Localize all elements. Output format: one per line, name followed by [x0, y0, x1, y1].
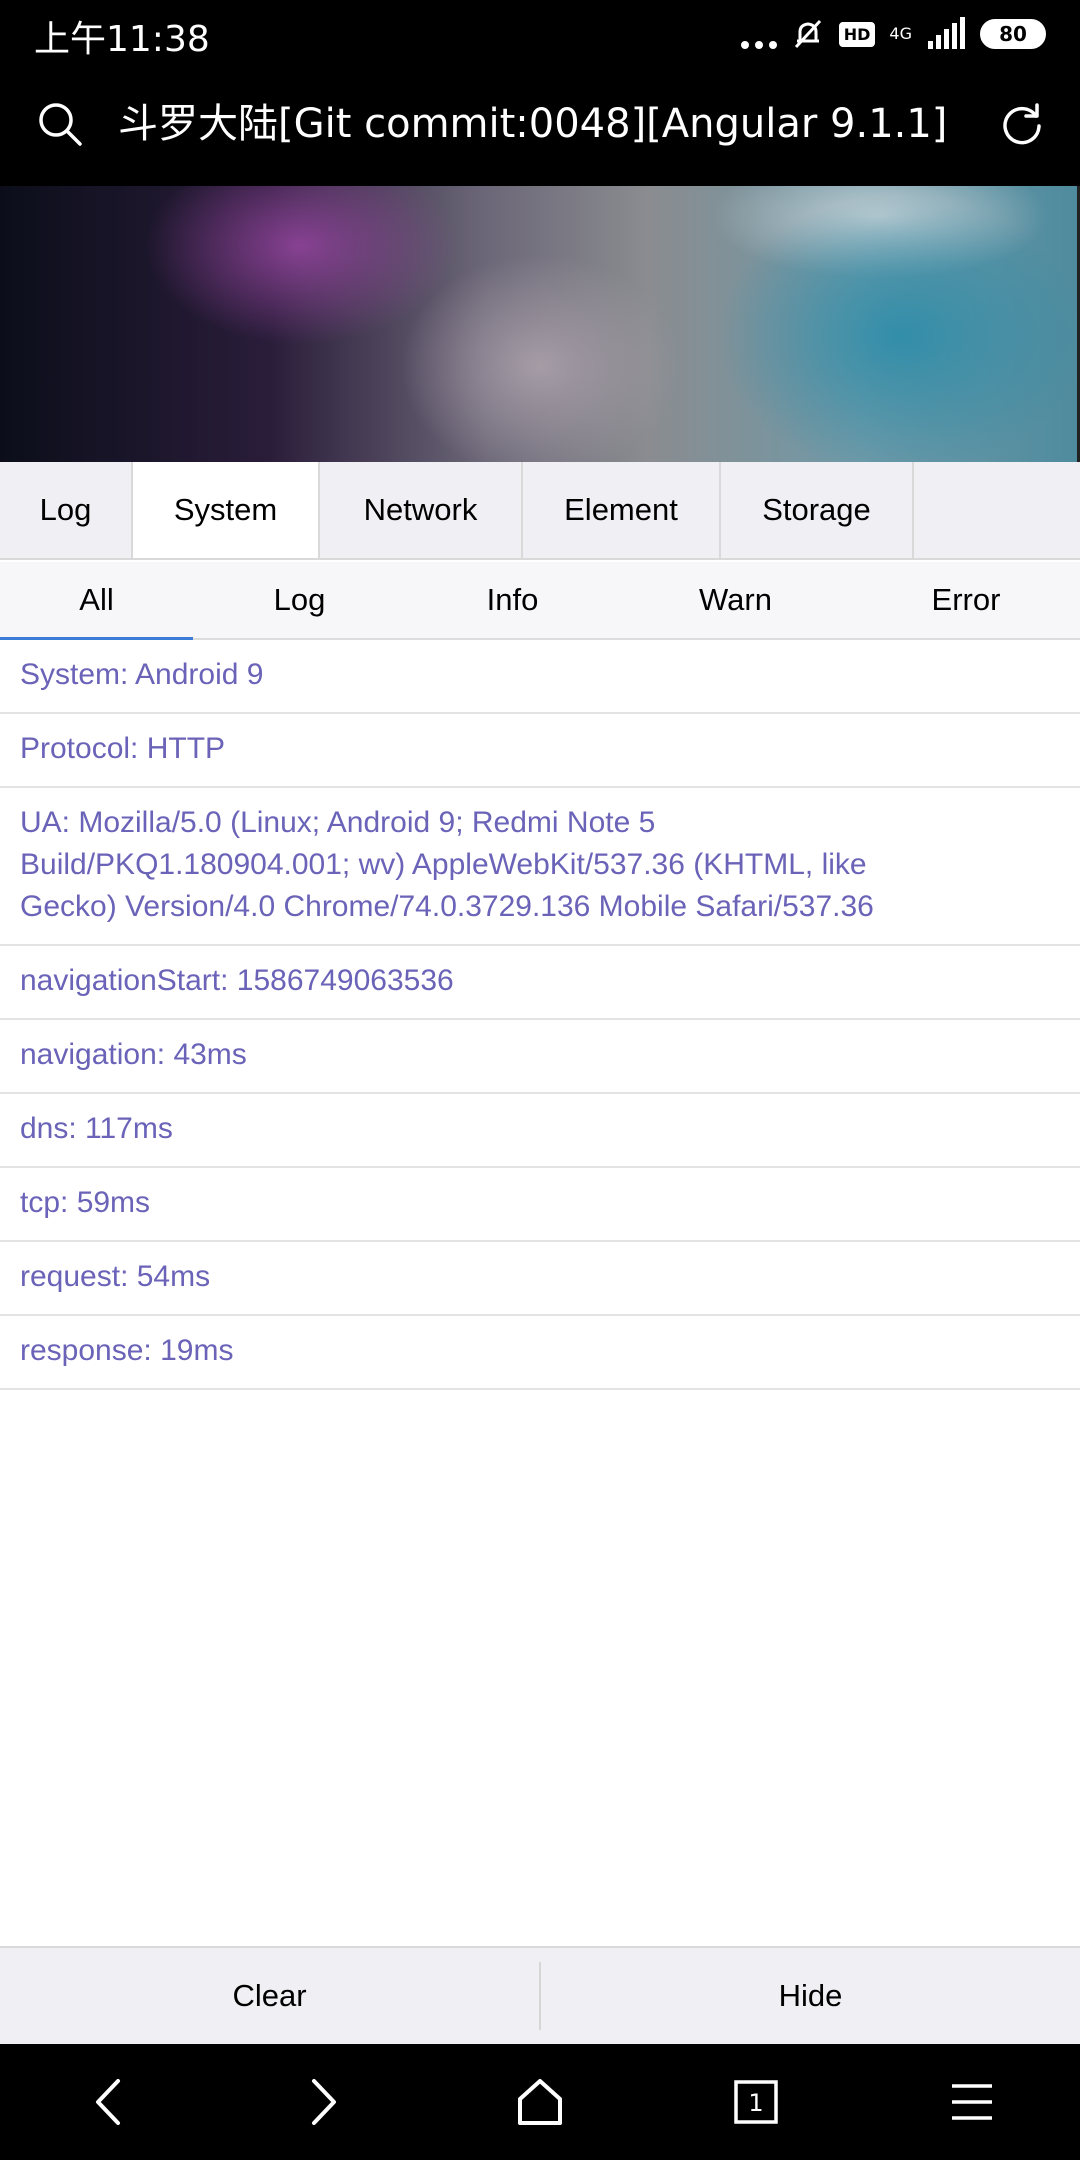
- log-item: UA: Mozilla/5.0 (Linux; Android 9; Redmi…: [0, 788, 1080, 946]
- tabs-button[interactable]: 1: [721, 2067, 791, 2137]
- filter-tab-info[interactable]: Info: [406, 562, 619, 638]
- devtools-action-bar: Clear Hide: [0, 1946, 1080, 2044]
- network-type: 4G: [889, 24, 912, 43]
- page-title[interactable]: 斗罗大陆[Git commit:0048][Angular 9.1.1]: [118, 96, 948, 152]
- tab-count: 1: [748, 2089, 763, 2117]
- tab-storage[interactable]: Storage: [721, 462, 914, 558]
- log-item: request: 54ms: [0, 1242, 1080, 1316]
- log-item: navigationStart: 1586749063536: [0, 946, 1080, 1020]
- refresh-icon[interactable]: [998, 100, 1046, 148]
- browser-nav-bar: 1: [0, 2044, 1080, 2160]
- log-item: navigation: 43ms: [0, 1020, 1080, 1094]
- search-icon[interactable]: [36, 100, 84, 148]
- log-list: System: Android 9 Protocol: HTTP UA: Moz…: [0, 640, 1080, 1390]
- browser-toolbar: 斗罗大陆[Git commit:0048][Angular 9.1.1]: [0, 66, 1080, 186]
- home-button[interactable]: [505, 2067, 575, 2137]
- battery-indicator: 80: [980, 19, 1046, 49]
- filter-tab-error[interactable]: Error: [852, 562, 1080, 638]
- log-filter-tabs: All Log Info Warn Error: [0, 562, 1080, 640]
- log-item: tcp: 59ms: [0, 1168, 1080, 1242]
- filter-tab-warn[interactable]: Warn: [619, 562, 852, 638]
- status-icons: HD 4G 80: [740, 14, 1046, 54]
- tabs-icon: 1: [734, 2080, 778, 2124]
- clear-button[interactable]: Clear: [0, 1948, 539, 2044]
- devtools-main-tabs: Log System Network Element Storage: [0, 462, 1080, 560]
- log-item: dns: 117ms: [0, 1094, 1080, 1168]
- tab-system[interactable]: System: [133, 462, 320, 558]
- log-item: Protocol: HTTP: [0, 714, 1080, 788]
- forward-button[interactable]: [289, 2067, 359, 2137]
- home-icon: [518, 2079, 562, 2125]
- hd-badge: HD: [838, 21, 876, 47]
- more-dots-icon: [740, 19, 777, 49]
- hide-button[interactable]: Hide: [541, 1948, 1080, 2044]
- back-button[interactable]: [73, 2067, 143, 2137]
- filter-tab-log[interactable]: Log: [193, 562, 406, 638]
- chevron-left-icon: [96, 2079, 120, 2125]
- tab-network[interactable]: Network: [320, 462, 523, 558]
- tab-element[interactable]: Element: [523, 462, 721, 558]
- tab-log[interactable]: Log: [0, 462, 133, 558]
- filter-tab-all[interactable]: All: [0, 562, 193, 640]
- signal-icon: [928, 17, 965, 49]
- status-bar: 上午11:38 HD 4G 80: [0, 0, 1080, 66]
- log-item: response: 19ms: [0, 1316, 1080, 1390]
- menu-icon: [952, 2084, 992, 2120]
- status-time: 上午11:38: [34, 19, 210, 60]
- log-item: System: Android 9: [0, 640, 1080, 714]
- menu-button[interactable]: [937, 2067, 1007, 2137]
- page-banner-image: [0, 186, 1080, 462]
- chevron-right-icon: [312, 2079, 336, 2125]
- mute-icon: [794, 19, 821, 49]
